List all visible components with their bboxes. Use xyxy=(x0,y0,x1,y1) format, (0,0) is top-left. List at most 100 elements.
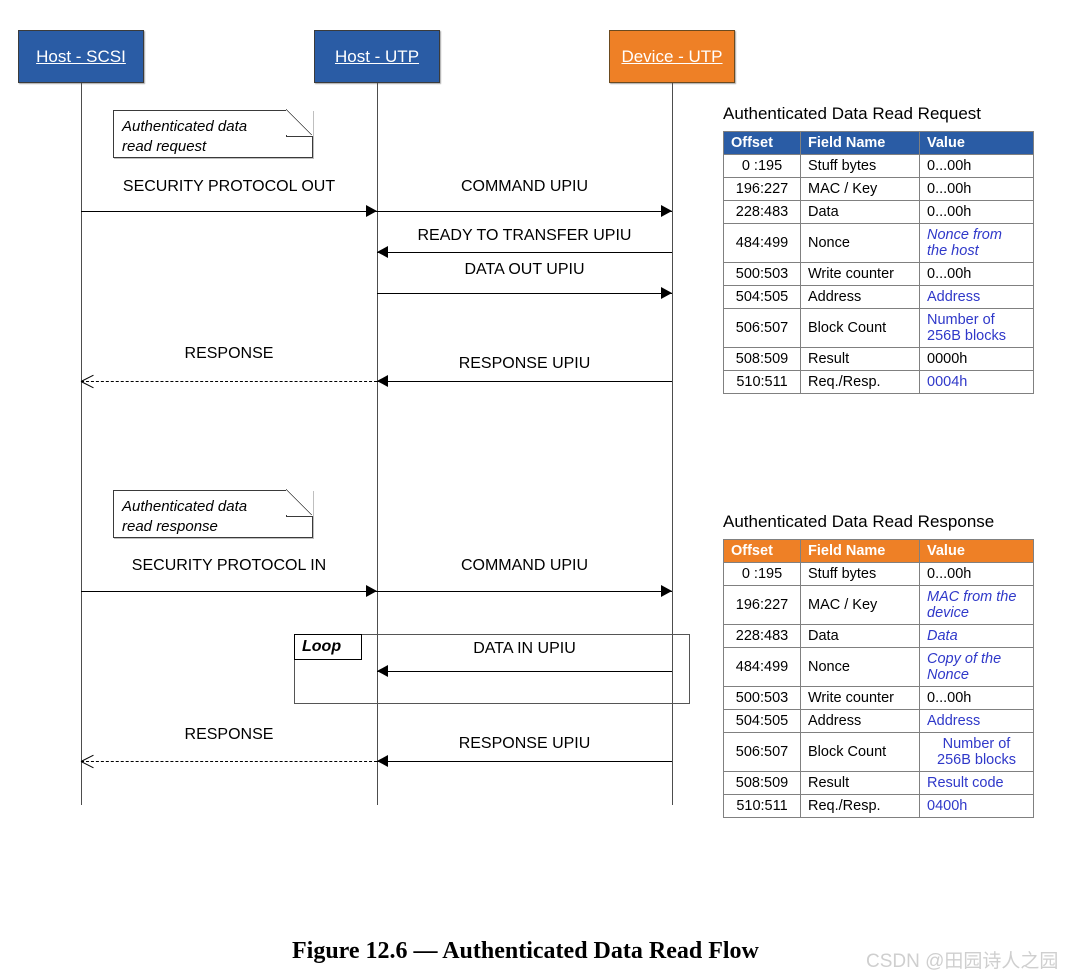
cell-offset: 510:511 xyxy=(723,370,801,394)
message-line-response-upiu-1 xyxy=(377,381,672,382)
table-row: 508:509 Result 0000h xyxy=(723,347,1034,371)
message-line-data-in-upiu xyxy=(377,671,672,672)
cell-offset: 510:511 xyxy=(723,794,801,818)
cell-value: 0004h xyxy=(919,370,1034,394)
message-line-response-2 xyxy=(81,761,377,762)
arrowhead-right-icon xyxy=(366,205,377,217)
message-label-command-upiu-1: COMMAND UPIU xyxy=(460,178,589,195)
packet-table-title: Authenticated Data Read Request xyxy=(723,104,982,123)
cell-offset: 504:505 xyxy=(723,285,801,309)
loop-fragment-tag: Loop xyxy=(294,634,362,660)
cell-field: Stuff bytes xyxy=(800,562,920,586)
table-row: 484:499 Nonce Nonce from the host xyxy=(723,223,1034,263)
cell-value: Address xyxy=(919,709,1034,733)
cell-field: MAC / Key xyxy=(800,585,920,625)
cell-offset: 506:507 xyxy=(723,732,801,772)
cell-field: Result xyxy=(800,347,920,371)
loop-fragment-label: Loop xyxy=(302,638,342,655)
arrowhead-open-left-icon xyxy=(81,375,94,388)
note-authenticated-data-read-response: Authenticated data read response xyxy=(113,489,313,538)
cell-offset: 0 :195 xyxy=(723,154,801,178)
cell-field: Req./Resp. xyxy=(800,794,920,818)
cell-field: Write counter xyxy=(800,262,920,286)
cell-offset: 484:499 xyxy=(723,647,801,687)
cell-value: 0...00h xyxy=(919,562,1034,586)
column-header-value: Value xyxy=(919,539,1034,563)
message-label-security-protocol-out: SECURITY PROTOCOL OUT xyxy=(122,178,336,195)
table-row: 500:503 Write counter 0...00h xyxy=(723,262,1034,286)
table-row: 500:503 Write counter 0...00h xyxy=(723,686,1034,710)
message-line-command-upiu-1 xyxy=(377,211,672,212)
cell-value: Nonce from the host xyxy=(919,223,1034,263)
participant-host-scsi: Host - SCSI xyxy=(18,30,144,83)
message-label-command-upiu-2: COMMAND UPIU xyxy=(460,557,589,574)
participant-host-utp-label: Host - UTP xyxy=(334,46,420,66)
participant-device-utp-label: Device - UTP xyxy=(621,46,723,66)
arrowhead-right-icon xyxy=(366,585,377,597)
column-header-field-name: Field Name xyxy=(800,131,920,155)
cell-offset: 504:505 xyxy=(723,709,801,733)
cell-offset: 508:509 xyxy=(723,771,801,795)
cell-value: 0...00h xyxy=(919,154,1034,178)
note-line-2: read response xyxy=(122,518,218,536)
message-label-response-2: RESPONSE xyxy=(184,726,274,743)
table-row: 196:227 MAC / Key 0...00h xyxy=(723,177,1034,201)
cell-value: 0...00h xyxy=(919,200,1034,224)
cell-offset: 196:227 xyxy=(723,585,801,625)
note-authenticated-data-read-request: Authenticated data read request xyxy=(113,109,313,158)
watermark-text: CSDN @田园诗人之园 xyxy=(866,951,1059,972)
table-header-row: Offset Field Name Value xyxy=(723,131,1034,155)
cell-offset: 228:483 xyxy=(723,624,801,648)
table-row: 0 :195 Stuff bytes 0...00h xyxy=(723,562,1034,586)
note-line-1: Authenticated data xyxy=(122,118,248,135)
participant-host-scsi-label: Host - SCSI xyxy=(36,46,126,66)
column-header-offset: Offset xyxy=(723,131,801,155)
table-row: 504:505 Address Address xyxy=(723,709,1034,733)
cell-field: Data xyxy=(800,200,920,224)
cell-offset: 484:499 xyxy=(723,223,801,263)
cell-value: Number of 256B blocks xyxy=(919,732,1034,772)
column-header-offset: Offset xyxy=(723,539,801,563)
cell-field: Block Count xyxy=(800,732,920,772)
table-row: 196:227 MAC / Key MAC from the device xyxy=(723,585,1034,625)
note-line-1: Authenticated data xyxy=(122,498,248,515)
message-label-ready-to-transfer-upiu: READY TO TRANSFER UPIU xyxy=(417,227,632,244)
column-header-value: Value xyxy=(919,131,1034,155)
cell-value: MAC from the device xyxy=(919,585,1034,625)
cell-offset: 506:507 xyxy=(723,308,801,348)
cell-offset: 228:483 xyxy=(723,200,801,224)
cell-field: Result xyxy=(800,771,920,795)
arrowhead-left-icon xyxy=(377,375,388,387)
cell-field: MAC / Key xyxy=(800,177,920,201)
packet-table-title: Authenticated Data Read Response xyxy=(723,512,995,531)
participant-host-utp: Host - UTP xyxy=(314,30,440,83)
arrowhead-left-icon xyxy=(377,665,388,677)
cell-field: Data xyxy=(800,624,920,648)
table-row: 504:505 Address Address xyxy=(723,285,1034,309)
table-row: 228:483 Data 0...00h xyxy=(723,200,1034,224)
figure-caption: Figure 12.6 — Authenticated Data Read Fl… xyxy=(292,938,759,964)
cell-field: Address xyxy=(800,285,920,309)
message-label-data-in-upiu: DATA IN UPIU xyxy=(473,640,576,657)
cell-offset: 196:227 xyxy=(723,177,801,201)
cell-offset: 500:503 xyxy=(723,262,801,286)
message-line-security-protocol-in xyxy=(81,591,377,592)
cell-value: 0...00h xyxy=(919,686,1034,710)
table-row: 506:507 Block Count Number of 256B blocks xyxy=(723,732,1034,772)
message-line-response-upiu-2 xyxy=(377,761,672,762)
arrowhead-left-icon xyxy=(377,246,388,258)
note-line-2: read request xyxy=(122,138,207,156)
message-label-data-out-upiu: DATA OUT UPIU xyxy=(464,261,585,278)
cell-field: Block Count xyxy=(800,308,920,348)
cell-field: Req./Resp. xyxy=(800,370,920,394)
cell-offset: 500:503 xyxy=(723,686,801,710)
table-body: 0 :195 Stuff bytes 0...00h 196:227 MAC / Ke… xyxy=(723,562,1034,818)
packet-table-read-request: Authenticated Data Read Request Offset F… xyxy=(723,104,1034,394)
cell-value: 0000h xyxy=(919,347,1034,371)
message-label-response-1: RESPONSE xyxy=(184,345,274,362)
cell-value: 0400h xyxy=(919,794,1034,818)
message-line-security-protocol-out xyxy=(81,211,377,212)
sequence-diagram-figure: Host - SCSI Host - UTP Device - UTP Auth… xyxy=(0,0,1067,980)
message-line-response-1 xyxy=(81,381,377,382)
cell-value: Copy of the Nonce xyxy=(919,647,1034,687)
